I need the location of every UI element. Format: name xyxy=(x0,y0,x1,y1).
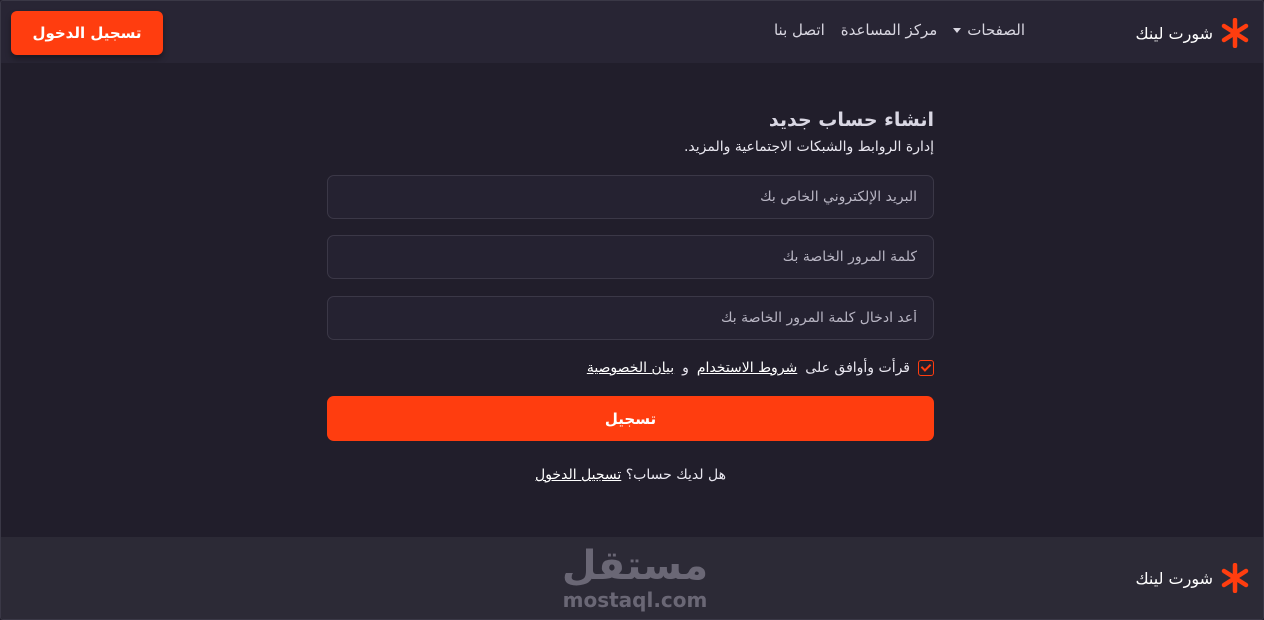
main-nav: الصفحات مركز المساعدة اتصل بنا xyxy=(774,21,1025,39)
asterisk-logo-icon xyxy=(1221,563,1249,593)
password-field[interactable] xyxy=(327,235,934,279)
brand-logo-link[interactable]: شورت لينك xyxy=(1135,17,1249,49)
watermark-arabic: مستقل xyxy=(561,543,709,589)
nav-contact[interactable]: اتصل بنا xyxy=(774,21,825,39)
terms-and: و xyxy=(682,360,689,376)
email-field[interactable] xyxy=(327,175,934,219)
footer-brand-name: شورت لينك xyxy=(1135,568,1213,588)
confirm-password-field[interactable] xyxy=(327,296,934,340)
watermark-english: mostaql.com xyxy=(562,588,708,612)
asterisk-logo-icon xyxy=(1221,18,1249,48)
signup-form: انشاء حساب جديد إدارة الروابط والشبكات ا… xyxy=(327,107,934,483)
form-title: انشاء حساب جديد xyxy=(768,109,934,131)
nav-help-label: مركز المساعدة xyxy=(840,21,938,39)
terms-prefix: قرأت وأوافق على xyxy=(805,360,910,376)
login-link[interactable]: تسجيل الدخول xyxy=(535,467,621,483)
nav-contact-label: اتصل بنا xyxy=(773,21,825,39)
terms-checkbox[interactable] xyxy=(918,360,934,376)
footer-brand-link[interactable]: شورت لينك xyxy=(1135,563,1249,593)
have-account-row: هل لديك حساب؟ تسجيل الدخول xyxy=(327,467,934,483)
brand-name: شورت لينك xyxy=(1135,23,1213,43)
top-navbar: شورت لينك الصفحات مركز المساعدة اتصل بنا… xyxy=(1,1,1263,63)
terms-row: قرأت وأوافق على شروط الاستخدام و بيان ال… xyxy=(587,360,934,376)
nav-pages-dropdown[interactable]: الصفحات xyxy=(953,21,1025,39)
terms-of-use-link[interactable]: شروط الاستخدام xyxy=(697,360,797,376)
header-login-button[interactable]: تسجيل الدخول xyxy=(11,11,163,55)
privacy-policy-link[interactable]: بيان الخصوصية xyxy=(587,360,674,376)
caret-down-icon xyxy=(953,27,962,33)
footer: شورت لينك مستقل mostaql.com xyxy=(1,537,1263,619)
nav-help-center[interactable]: مركز المساعدة xyxy=(841,21,938,39)
mostaql-watermark: مستقل mostaql.com xyxy=(555,543,715,615)
signup-submit-button[interactable]: تسجيل xyxy=(327,396,934,441)
nav-pages-label: الصفحات xyxy=(967,21,1025,39)
have-account-text: هل لديك حساب؟ xyxy=(625,467,726,483)
signup-section: انشاء حساب جديد إدارة الروابط والشبكات ا… xyxy=(1,63,1263,537)
form-subtitle: إدارة الروابط والشبكات الاجتماعية والمزي… xyxy=(683,139,934,155)
app-window: شورت لينك الصفحات مركز المساعدة اتصل بنا… xyxy=(0,0,1264,620)
